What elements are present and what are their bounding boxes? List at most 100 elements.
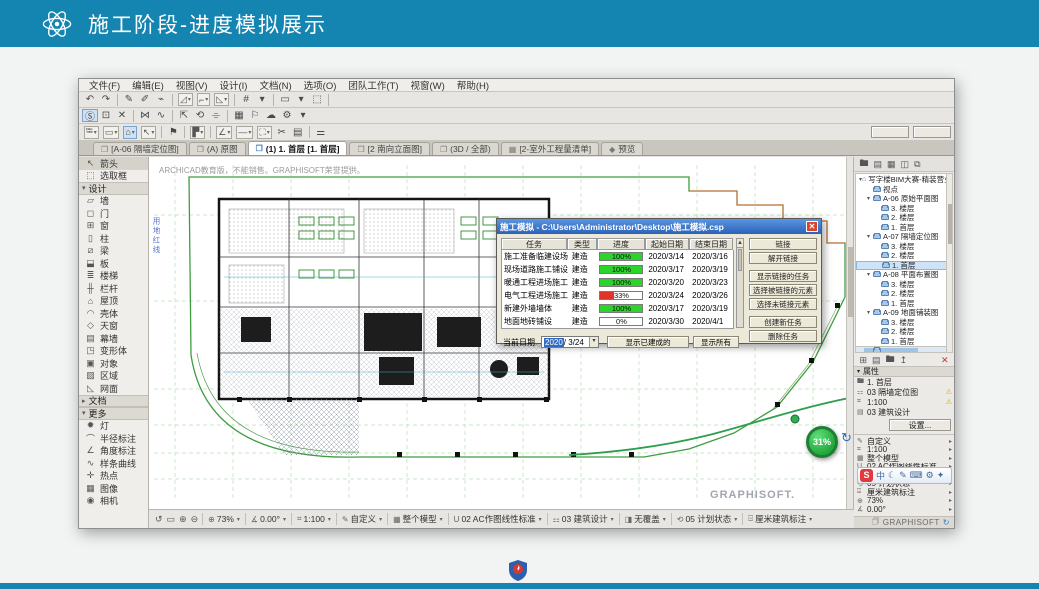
statusbar-item[interactable]: ⌗1:100▾ [297, 514, 331, 524]
shape-icon[interactable]: ▭ [277, 93, 293, 106]
zoom-in-icon[interactable]: ⊕ [179, 514, 187, 525]
frame-dropdown[interactable]: ⛶▾ [257, 126, 271, 139]
project-chooser-icon[interactable]: 🖿 [860, 156, 869, 172]
property-row[interactable]: 🖿1. 首层 [854, 377, 954, 387]
show-all-button[interactable]: 显示所有 [693, 336, 739, 348]
canvas-vertical-scrollbar[interactable] [846, 157, 853, 509]
quick-option-row[interactable]: ⊕73%▸ [854, 497, 954, 506]
dialog-title-bar[interactable]: 施工模拟 - C:\Users\Administrator\Desktop\施工… [497, 219, 821, 234]
column-header-类型[interactable]: 类型 [567, 238, 597, 250]
quick-option-row[interactable]: ⌹厘米建筑标注▸ [854, 488, 954, 497]
mirror-icon[interactable]: ⌯ [208, 109, 224, 122]
morph-tool[interactable]: ◳变形体 [79, 345, 148, 358]
property-row[interactable]: ⚏03 隔墙定位图⚠ [854, 387, 954, 397]
angle-dimension-tool[interactable]: ∠角度标注 [79, 445, 148, 458]
fullhalf-icon[interactable]: ☾ [888, 470, 896, 481]
window-tool[interactable]: ⊞窗 [79, 220, 148, 233]
settings-icon[interactable]: ⚙ [279, 109, 295, 122]
lamp-tool[interactable]: ✹灯 [79, 420, 148, 433]
view-tab[interactable]: ❐(A) 原图 [189, 142, 246, 155]
settings-button[interactable]: 设置... [889, 419, 951, 431]
view-tab[interactable]: ❐(1) 1. 首层 [1. 首层] [248, 141, 348, 155]
wall-favorite-dropdown[interactable]: ◿▾ [178, 93, 193, 106]
menu-item[interactable]: 帮助(H) [451, 78, 495, 92]
clone-folder-icon[interactable]: 🖿 [886, 352, 895, 368]
grid-snap-icon[interactable]: # [238, 93, 254, 106]
inject-icon[interactable]: ⌁ [153, 93, 169, 106]
snap-guides-icon[interactable]: Ⓢ [82, 109, 98, 122]
blank-button-2[interactable] [913, 126, 951, 138]
story-dropdown[interactable]: ▛▾ [190, 126, 205, 139]
quick-option-row[interactable]: ✎自定义▸ [854, 437, 954, 446]
tab-list-icon[interactable]: 🗇 [872, 516, 880, 530]
statusbar-item[interactable]: ⚏03 建筑设计▾ [553, 513, 614, 525]
选择被链接的元素-button[interactable]: 选择被链接的元素 [749, 284, 817, 296]
statusbar-item[interactable]: ⟲05 计划状态▾ [677, 513, 738, 525]
split-icon[interactable]: ▤ [290, 126, 306, 139]
redo-icon[interactable]: ↷ [98, 93, 114, 106]
view-tab[interactable]: ◆预览 [601, 142, 643, 155]
statusbar-item[interactable]: ◨无覆盖▾ [625, 513, 666, 525]
view-tab[interactable]: ❐[A-06 隔墙定位图] [93, 142, 187, 155]
statusbar-item[interactable]: ✎自定义▾ [342, 513, 382, 525]
menu-item[interactable]: 视图(V) [170, 78, 214, 92]
angle-dropdown[interactable]: ∠▾ [216, 126, 232, 139]
mesh-tool[interactable]: ◺网面 [79, 382, 148, 395]
statusbar-item[interactable]: ⌹厘米建筑标注▾ [748, 513, 812, 525]
column-header-任务[interactable]: 任务 [501, 238, 567, 250]
cloud-icon[interactable]: ☁ [263, 109, 279, 122]
menu-item[interactable]: 选项(O) [298, 78, 343, 92]
statusbar-item[interactable]: ∡0.00°▾ [251, 514, 286, 524]
创建新任务-button[interactable]: 创建新任务 [749, 316, 817, 328]
statusbar-item[interactable]: U02 AC作图线性标准▾ [454, 513, 542, 525]
menu-item[interactable]: 团队工作(T) [342, 78, 404, 92]
skin-icon[interactable]: ✦ [937, 470, 945, 481]
object-tool[interactable]: ▣对象 [79, 357, 148, 370]
skylight-tool[interactable]: ◇天窗 [79, 320, 148, 333]
shell-tool[interactable]: ◠壳体 [79, 307, 148, 320]
new-view-icon[interactable]: ▤ [872, 355, 881, 366]
pen-icon[interactable]: ✎ [121, 93, 137, 106]
stair-tool[interactable]: ≣楼梯 [79, 270, 148, 283]
column-tool[interactable]: ▯柱 [79, 232, 148, 245]
column-header-起始日期[interactable]: 起始日期 [645, 238, 689, 250]
layout-book-icon[interactable]: ◫ [901, 159, 910, 170]
arrow-tool[interactable]: ↖箭头 [79, 157, 148, 170]
scroll-up-icon[interactable]: ▲ [737, 239, 743, 248]
line-dropdown[interactable]: —▾ [236, 126, 253, 139]
链接-button[interactable]: 链接 [749, 238, 817, 250]
keyboard-icon[interactable]: ⌨ [910, 470, 923, 481]
camera-tool[interactable]: ◉相机 [79, 495, 148, 508]
task-table-scrollbar[interactable]: ▲ [736, 238, 744, 328]
task-row[interactable]: 电气工程进场施工建造33%2020/3/242020/3/26 [502, 289, 733, 302]
task-row[interactable]: 现场道路施工铺设建造100%2020/3/172020/3/19 [502, 263, 733, 276]
task-row[interactable]: 地面地砖铺设建造0%2020/3/302020/4/1 [502, 315, 733, 328]
properties-header[interactable]: ▾属性 [854, 367, 954, 377]
sogou-logo-icon[interactable]: S [860, 469, 873, 482]
sogou-input-bar[interactable]: S 中☾✎⌨⚙✦ [857, 467, 952, 484]
current-date-field[interactable]: 2020 / 3/24 ▾ [541, 336, 599, 348]
arrow-mode-dropdown[interactable]: ↖▾ [141, 126, 157, 139]
zoom-dropdown[interactable]: ▭▾ [103, 126, 120, 139]
zone-tool[interactable]: ▨区域 [79, 370, 148, 383]
选择未链接元素-button[interactable]: 选择未链接元素 [749, 298, 817, 310]
figure-tool[interactable]: ▦图像 [79, 482, 148, 495]
解开链接-button[interactable]: 解开链接 [749, 252, 817, 264]
property-row[interactable]: ⌗1:100⚠ [854, 397, 954, 407]
task-row[interactable]: 新建外墙墙体建造100%2020/3/172020/3/19 [502, 302, 733, 315]
marquee-tool[interactable]: ⬚选取框 [79, 170, 148, 183]
quick-option-row[interactable]: ⌗1:100▸ [854, 446, 954, 455]
view-tab[interactable]: ▦[2-室外工程量清单] [501, 142, 599, 155]
ime-settings-icon[interactable]: ⚙ [926, 470, 934, 481]
grid-dropdown-icon[interactable]: ▾ [254, 93, 270, 106]
sync-arrow-icon[interactable]: ↻ [841, 430, 852, 446]
dialog-close-button[interactable]: ✕ [806, 221, 818, 232]
publisher-icon[interactable]: ⧉ [914, 159, 920, 170]
snap-off-icon[interactable]: ✕ [114, 109, 130, 122]
snap-points-icon[interactable]: ⊡ [98, 109, 114, 122]
slab-tool[interactable]: ⬓板 [79, 257, 148, 270]
lang-cn-icon[interactable]: 中 [876, 469, 885, 482]
handwrite-icon[interactable]: ✎ [899, 470, 907, 481]
more-dropdown-icon[interactable]: ▾ [295, 109, 311, 122]
column-header-结束日期[interactable]: 结束日期 [689, 238, 733, 250]
